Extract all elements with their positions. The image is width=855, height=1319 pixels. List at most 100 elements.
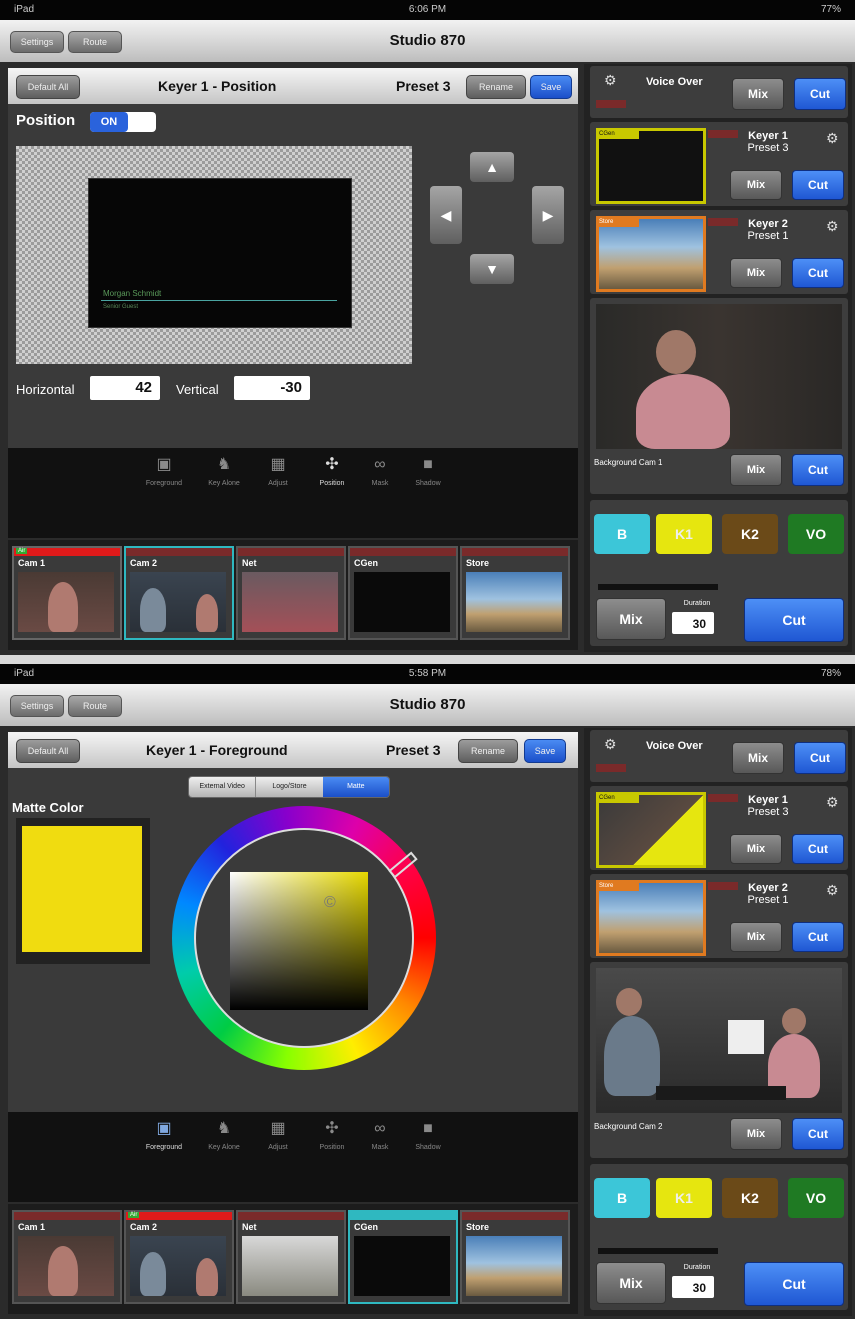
vertical-field[interactable]: -30: [234, 376, 310, 400]
saturation-value-picker[interactable]: ©: [230, 872, 368, 1010]
keyer2-cut-button[interactable]: Cut: [792, 258, 844, 288]
source-net[interactable]: Net: [236, 546, 346, 640]
transition-progress: [598, 1248, 718, 1254]
vo-mix-button[interactable]: Mix: [732, 742, 784, 774]
transition-k1-button[interactable]: K1: [656, 1178, 712, 1218]
transition-mix-button[interactable]: Mix: [596, 1262, 666, 1304]
nudge-down-button[interactable]: ▼: [470, 254, 514, 284]
position-toggle[interactable]: ON: [90, 112, 156, 132]
tool-key-alone[interactable]: ♞ Key Alone: [194, 1120, 254, 1151]
shadow-icon: ■: [423, 1120, 433, 1137]
source-cam2[interactable]: Cam 2: [124, 546, 234, 640]
transition-k2-button[interactable]: K2: [722, 1178, 778, 1218]
source-cgen[interactable]: CGen: [348, 546, 458, 640]
transition-cut-button[interactable]: Cut: [744, 598, 844, 642]
nudge-up-button[interactable]: ▲: [470, 152, 514, 182]
keyer2-cut-button[interactable]: Cut: [792, 922, 844, 952]
keyer1-mix-button[interactable]: Mix: [730, 170, 782, 200]
transition-vo-button[interactable]: VO: [788, 1178, 844, 1218]
vo-cut-button[interactable]: Cut: [794, 78, 846, 110]
source-store[interactable]: Store: [460, 546, 570, 640]
color-picker-handle-icon[interactable]: ©: [324, 894, 336, 912]
background-cut-button[interactable]: Cut: [792, 454, 844, 486]
gear-icon[interactable]: ⚙: [826, 794, 839, 811]
source-cam1[interactable]: Cam 1: [12, 1210, 122, 1304]
lower-third-name: Morgan Schmidt: [103, 289, 162, 298]
tally-bar: [238, 1212, 344, 1220]
transition-vo-button[interactable]: VO: [788, 514, 844, 554]
hue-handle[interactable]: [388, 851, 418, 879]
transition-mix-button[interactable]: Mix: [596, 598, 666, 640]
battery-level: 78%: [820, 668, 841, 679]
hue-ring[interactable]: ©: [172, 806, 436, 1070]
vo-mix-button[interactable]: Mix: [732, 78, 784, 110]
gear-icon[interactable]: ⚙: [604, 72, 617, 89]
source-cgen[interactable]: CGen: [348, 1210, 458, 1304]
keyer1-preview[interactable]: CGen: [596, 128, 706, 204]
background-mix-button[interactable]: Mix: [730, 1118, 782, 1150]
person-figure: [48, 1246, 78, 1296]
tool-foreground[interactable]: ▣ Foreground: [134, 456, 194, 487]
duration-field[interactable]: 30: [672, 612, 714, 634]
tool-adjust[interactable]: ▦ Adjust: [248, 1120, 308, 1151]
default-all-button[interactable]: Default All: [16, 75, 80, 99]
source-store[interactable]: Store: [460, 1210, 570, 1304]
gear-icon[interactable]: ⚙: [826, 218, 839, 235]
default-all-button[interactable]: Default All: [16, 739, 80, 763]
tool-shadow[interactable]: ■ Shadow: [398, 1120, 458, 1151]
segment-logo-store[interactable]: Logo/Store: [255, 777, 323, 797]
gear-icon[interactable]: ⚙: [604, 736, 617, 753]
rename-button[interactable]: Rename: [458, 739, 518, 763]
keyer1-mix-button[interactable]: Mix: [730, 834, 782, 864]
nudge-left-button[interactable]: ◀: [430, 186, 462, 244]
vo-cut-button[interactable]: Cut: [794, 742, 846, 774]
transition-cut-button[interactable]: Cut: [744, 1262, 844, 1306]
tool-shadow[interactable]: ■ Shadow: [398, 456, 458, 487]
nudge-right-button[interactable]: ▶: [532, 186, 564, 244]
source-cam2[interactable]: Air Cam 2: [124, 1210, 234, 1304]
keyer2-preview[interactable]: Store: [596, 216, 706, 292]
rename-button[interactable]: Rename: [466, 75, 526, 99]
keyer-preview[interactable]: Morgan Schmidt Senior Guest: [88, 178, 352, 328]
transition-b-button[interactable]: B: [594, 1178, 650, 1218]
keyer1-cut-button[interactable]: Cut: [792, 834, 844, 864]
tool-key-alone[interactable]: ♞ Key Alone: [194, 456, 254, 487]
keyer1-preview[interactable]: CGen: [596, 792, 706, 868]
source-net[interactable]: Net: [236, 1210, 346, 1304]
segment-external-video[interactable]: External Video: [189, 777, 256, 797]
background-preview[interactable]: [596, 304, 842, 449]
save-button[interactable]: Save: [524, 739, 566, 763]
source-cam1[interactable]: Air Cam 1: [12, 546, 122, 640]
horizontal-field[interactable]: 42: [90, 376, 160, 400]
key-alone-icon: ♞: [216, 456, 232, 473]
tool-adjust[interactable]: ▦ Adjust: [248, 456, 308, 487]
source-label: Cam 2: [130, 558, 158, 568]
gear-icon[interactable]: ⚙: [826, 130, 839, 147]
desk: [656, 1086, 786, 1100]
tool-foreground[interactable]: ▣ Foreground: [134, 1120, 194, 1151]
tally-bar: [350, 1212, 456, 1220]
background-cut-button[interactable]: Cut: [792, 1118, 844, 1150]
transition-k2-button[interactable]: K2: [722, 514, 778, 554]
shadow-icon: ■: [423, 456, 433, 473]
segment-matte[interactable]: Matte: [322, 777, 389, 797]
keyer2-mix-button[interactable]: Mix: [730, 922, 782, 952]
gear-icon[interactable]: ⚙: [826, 882, 839, 899]
keyer2-mix-button[interactable]: Mix: [730, 258, 782, 288]
keyer1-cut-button[interactable]: Cut: [792, 170, 844, 200]
transition-b-button[interactable]: B: [594, 514, 650, 554]
transition-k1-button[interactable]: K1: [656, 514, 712, 554]
preset-label: Preset 3: [386, 742, 441, 758]
position-canvas[interactable]: Morgan Schmidt Senior Guest: [16, 146, 412, 364]
person-head: [782, 1008, 806, 1034]
background-panel: Background Cam 1 Mix Cut: [590, 298, 848, 494]
keyer1-source-tag: CGen: [599, 795, 639, 803]
background-mix-button[interactable]: Mix: [730, 454, 782, 486]
background-preview[interactable]: [596, 968, 842, 1113]
keyer2-preview[interactable]: Store: [596, 880, 706, 956]
status-time: 5:58 PM: [408, 668, 447, 679]
duration-field[interactable]: 30: [672, 1276, 714, 1298]
adjust-icon: ▦: [270, 1120, 286, 1137]
output-column: ⚙ Voice Over Mix Cut CGen Keyer 1 Preset …: [584, 728, 852, 1316]
save-button[interactable]: Save: [530, 75, 572, 99]
